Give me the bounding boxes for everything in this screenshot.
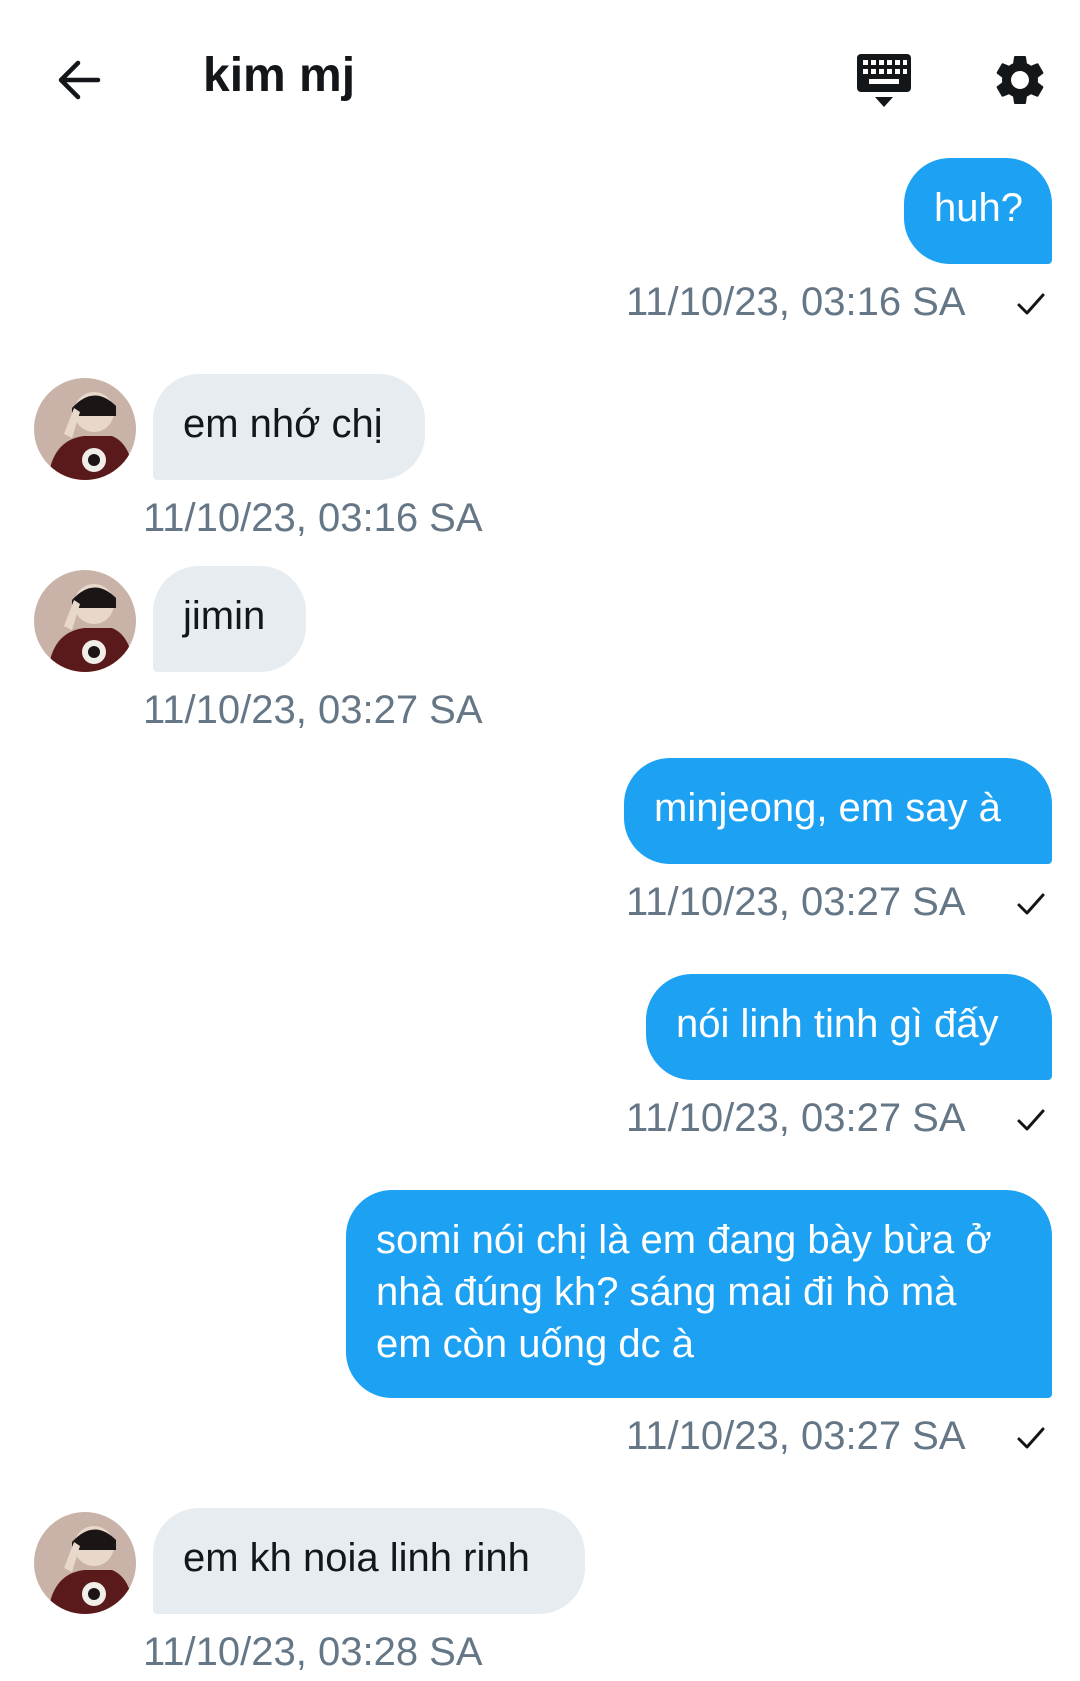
avatar-photo: [34, 570, 136, 672]
message-bubble-outgoing[interactable]: huh?: [904, 158, 1052, 264]
gear-icon: [996, 55, 1044, 104]
arrow-left-icon: [58, 60, 101, 100]
message-bubble-incoming[interactable]: jimin: [153, 566, 306, 672]
message-timestamp: 11/10/23, 03:16 SA: [143, 496, 483, 540]
message-bubble-incoming[interactable]: em kh noia linh rinh: [153, 1508, 585, 1614]
message-bubble-incoming[interactable]: em nhớ chị: [153, 374, 425, 480]
message-bubble-outgoing[interactable]: minjeong, em say à: [624, 758, 1052, 864]
avatar[interactable]: [34, 1512, 136, 1614]
checkmark-icon: [1017, 293, 1045, 315]
message-bubble-outgoing[interactable]: somi nói chị là em đang bày bừa ở nhà đú…: [346, 1190, 1052, 1398]
message-timestamp: 11/10/23, 03:27 SA: [626, 880, 966, 924]
conversation-title: kim mj: [203, 49, 356, 102]
message-timestamp: 11/10/23, 03:28 SA: [143, 1630, 483, 1674]
message-timestamp: 11/10/23, 03:16 SA: [626, 280, 966, 324]
keyboard-button[interactable]: [855, 52, 913, 110]
keyboard-icon: [857, 54, 911, 107]
message-timestamp: 11/10/23, 03:27 SA: [626, 1414, 966, 1458]
avatar-photo: [34, 1512, 136, 1614]
message-bubble-outgoing[interactable]: nói linh tinh gì đấy: [646, 974, 1052, 1080]
message-timestamp: 11/10/23, 03:27 SA: [143, 688, 483, 732]
avatar[interactable]: [34, 378, 136, 480]
avatar-photo: [34, 378, 136, 480]
dm-conversation-page: kim mj huh? 11/10/23, 03:16 SA em nhớ ch…: [0, 0, 1080, 1681]
back-button[interactable]: [50, 50, 110, 110]
settings-button[interactable]: [990, 50, 1050, 110]
checkmark-icon: [1017, 1109, 1045, 1131]
avatar[interactable]: [34, 570, 136, 672]
checkmark-icon: [1017, 893, 1045, 915]
message-timestamp: 11/10/23, 03:27 SA: [626, 1096, 966, 1140]
checkmark-icon: [1017, 1427, 1045, 1449]
conversation-header: kim mj: [0, 0, 1080, 150]
